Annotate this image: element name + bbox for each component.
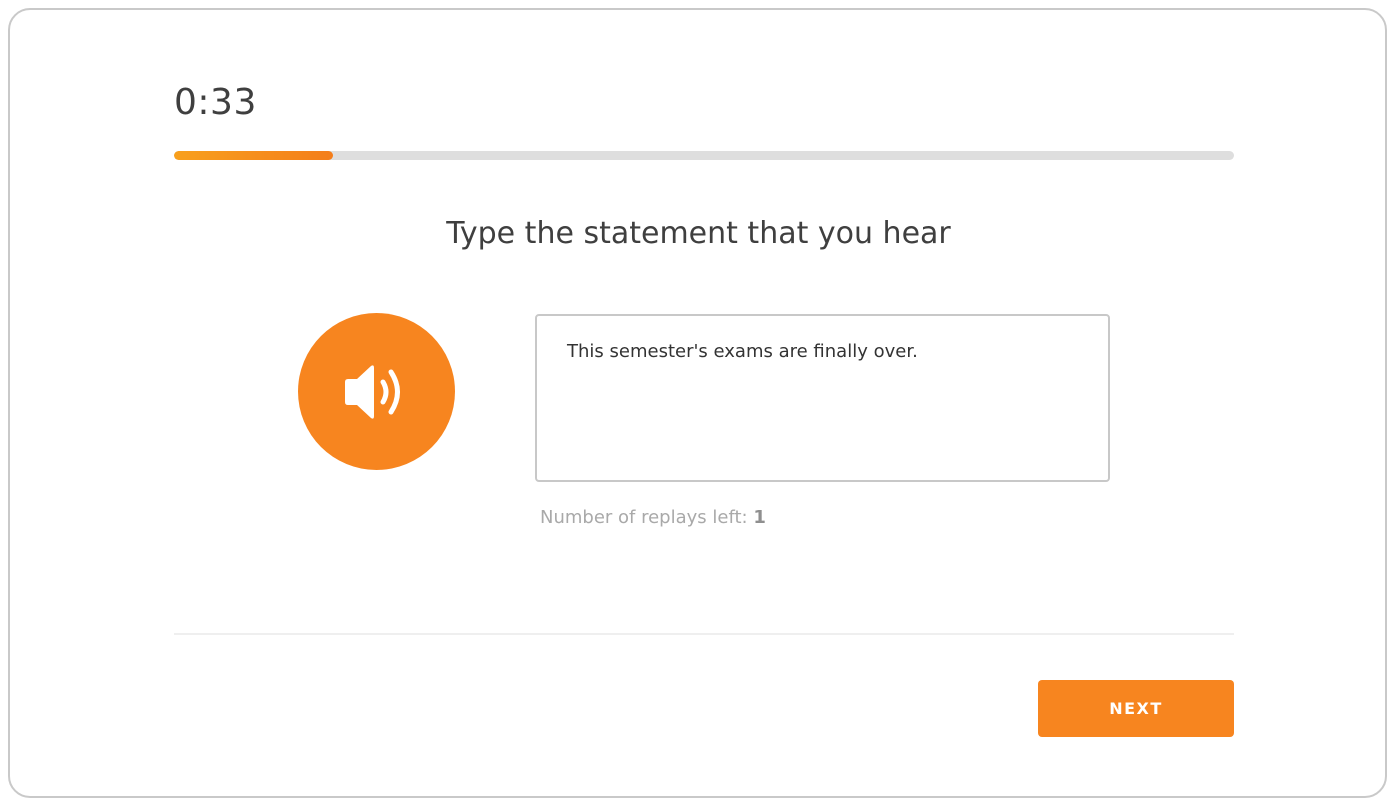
next-button[interactable]: NEXT [1038,680,1234,737]
progress-bar-fill [174,151,333,160]
progress-bar [174,151,1234,160]
replays-remaining: Number of replays left: 1 [540,507,766,528]
speaker-icon [344,364,400,419]
countdown-timer: 0:33 [174,82,257,123]
replays-count: 1 [753,507,766,528]
answer-input[interactable] [535,314,1110,482]
question-prompt: Type the statement that you hear [446,216,951,251]
divider [174,633,1234,635]
replays-label: Number of replays left: [540,507,754,528]
play-audio-button[interactable] [298,313,455,470]
